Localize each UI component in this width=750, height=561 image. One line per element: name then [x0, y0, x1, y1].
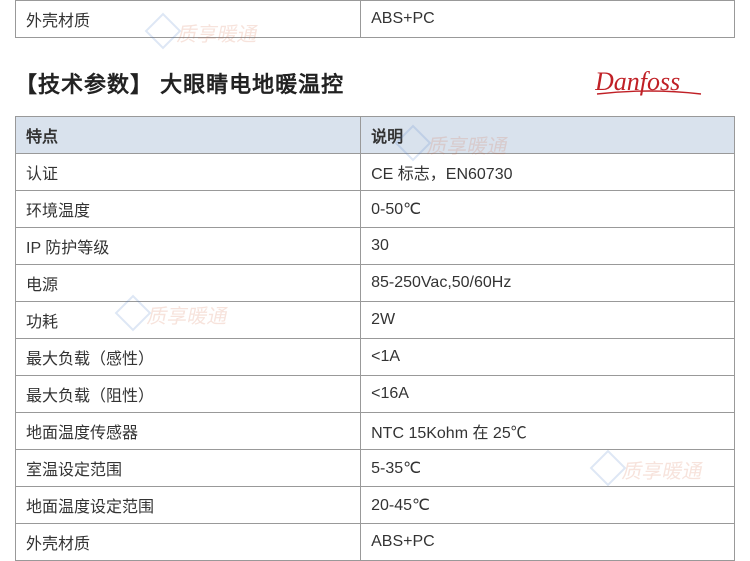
- spec-label: 环境温度: [16, 191, 361, 228]
- spec-value: 5-35℃: [361, 450, 735, 487]
- spec-value: CE 标志，EN60730: [361, 154, 735, 191]
- spec-value: ABS+PC: [361, 524, 735, 561]
- header-col-feature: 特点: [16, 117, 361, 154]
- table-row: IP 防护等级30: [16, 228, 735, 265]
- table-header-row: 特点 说明: [16, 117, 735, 154]
- table-row: 最大负载（感性）<1A: [16, 339, 735, 376]
- spec-value: 30: [361, 228, 735, 265]
- table-row: 电源85-250Vac,50/60Hz: [16, 265, 735, 302]
- spec-label: 室温设定范围: [16, 450, 361, 487]
- table-row: 认证CE 标志，EN60730: [16, 154, 735, 191]
- spec-value: 85-250Vac,50/60Hz: [361, 265, 735, 302]
- spec-value: <1A: [361, 339, 735, 376]
- table-row: 地面温度传感器NTC 15Kohm 在 25℃: [16, 413, 735, 450]
- spec-value: 2W: [361, 302, 735, 339]
- spec-value: ABS+PC: [361, 1, 735, 38]
- spec-label: 认证: [16, 154, 361, 191]
- spec-value: <16A: [361, 376, 735, 413]
- spec-table: 特点 说明 认证CE 标志，EN60730 环境温度0-50℃ IP 防护等级3…: [15, 116, 735, 561]
- spec-label: 外壳材质: [16, 524, 361, 561]
- spec-label: 地面温度传感器: [16, 413, 361, 450]
- spec-value: NTC 15Kohm 在 25℃: [361, 413, 735, 450]
- table-row: 环境温度0-50℃: [16, 191, 735, 228]
- spec-label: 最大负载（感性）: [16, 339, 361, 376]
- danfoss-logo-icon: Danfoss: [595, 66, 705, 100]
- spec-value: 20-45℃: [361, 487, 735, 524]
- spec-value: 0-50℃: [361, 191, 735, 228]
- spec-label: 外壳材质: [16, 1, 361, 38]
- table-row: 功耗2W: [16, 302, 735, 339]
- table-row: 地面温度设定范围20-45℃: [16, 487, 735, 524]
- brand-logo: Danfoss: [595, 66, 705, 100]
- section-title: 【技术参数】 大眼睛电地暖温控: [15, 67, 344, 99]
- table-row: 室温设定范围5-35℃: [16, 450, 735, 487]
- spec-label: 最大负载（阻性）: [16, 376, 361, 413]
- spec-label: 地面温度设定范围: [16, 487, 361, 524]
- table-row: 外壳材质 ABS+PC: [16, 1, 735, 38]
- prev-table-fragment: 外壳材质 ABS+PC: [15, 0, 735, 38]
- spec-label: 电源: [16, 265, 361, 302]
- table-row: 外壳材质ABS+PC: [16, 524, 735, 561]
- table-row: 最大负载（阻性）<16A: [16, 376, 735, 413]
- header-col-description: 说明: [361, 117, 735, 154]
- spec-label: 功耗: [16, 302, 361, 339]
- spec-label: IP 防护等级: [16, 228, 361, 265]
